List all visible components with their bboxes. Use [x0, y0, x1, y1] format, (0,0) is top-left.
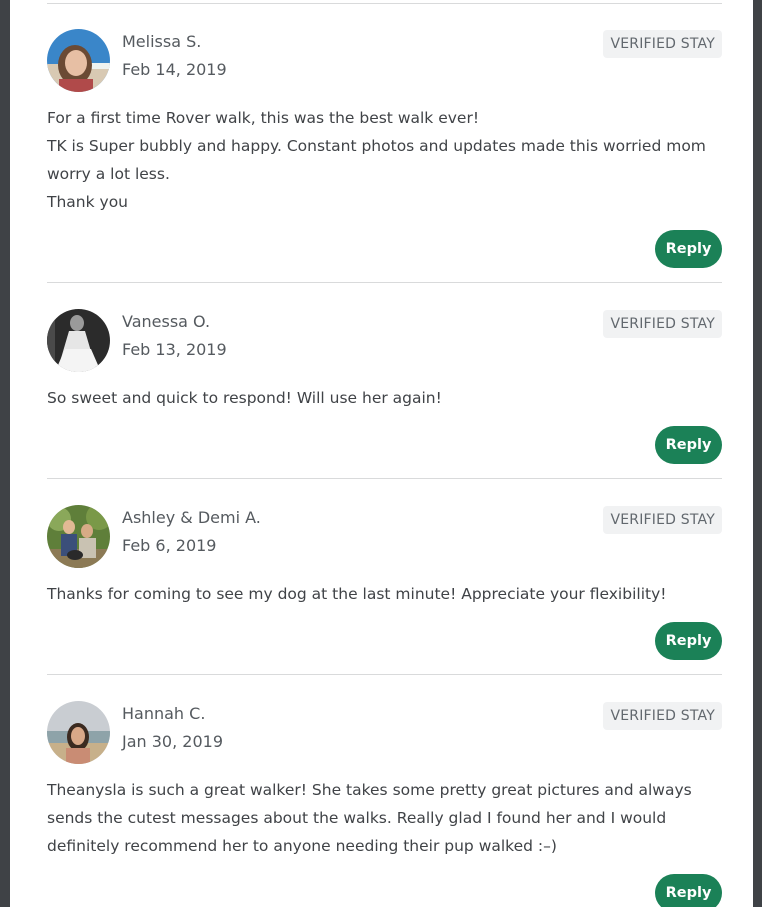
reviewer-name: Hannah C.	[122, 704, 206, 723]
reviewer-avatar[interactable]	[47, 29, 110, 92]
verified-stay-badge: VERIFIED STAY	[603, 30, 722, 58]
reply-button[interactable]: Reply	[655, 230, 722, 268]
reply-button[interactable]: Reply	[655, 622, 722, 660]
top-divider	[47, 3, 722, 4]
reply-button[interactable]: Reply	[655, 874, 722, 907]
review-text-line: definitely recommend her to anyone needi…	[47, 837, 557, 855]
review-text-line: Theanysla is such a great walker! She ta…	[47, 781, 692, 799]
review-item: Melissa S. Feb 14, 2019 VERIFIED STAY Fo…	[47, 29, 722, 283]
review-text-line: Thanks for coming to see my dog at the l…	[47, 585, 667, 603]
reviewer-name: Melissa S.	[122, 32, 202, 51]
review-date: Feb 6, 2019	[122, 536, 217, 555]
reply-button[interactable]: Reply	[655, 426, 722, 464]
review-item: Ashley & Demi A. Feb 6, 2019 VERIFIED ST…	[47, 505, 722, 675]
review-text: So sweet and quick to respond! Will use …	[47, 384, 722, 412]
review-text-line: Thank you	[47, 193, 128, 211]
window-left-edge	[0, 0, 10, 907]
reviewer-avatar[interactable]	[47, 309, 110, 372]
window-right-edge	[753, 0, 762, 907]
review-text-line: TK is Super bubbly and happy. Constant p…	[47, 137, 706, 155]
review-divider	[47, 282, 722, 283]
review-divider	[47, 478, 722, 479]
review-text-line: So sweet and quick to respond! Will use …	[47, 389, 442, 407]
verified-stay-badge: VERIFIED STAY	[603, 506, 722, 534]
review-item: Vanessa O. Feb 13, 2019 VERIFIED STAY So…	[47, 309, 722, 479]
review-text: Theanysla is such a great walker! She ta…	[47, 776, 722, 860]
review-text-line: For a first time Rover walk, this was th…	[47, 109, 480, 127]
review-date: Feb 13, 2019	[122, 340, 227, 359]
review-text: Thanks for coming to see my dog at the l…	[47, 580, 722, 608]
review-text-line: worry a lot less.	[47, 165, 170, 183]
reviews-panel: Melissa S. Feb 14, 2019 VERIFIED STAY Fo…	[10, 0, 753, 907]
verified-stay-badge: VERIFIED STAY	[603, 310, 722, 338]
review-date: Feb 14, 2019	[122, 60, 227, 79]
review-item: Hannah C. Jan 30, 2019 VERIFIED STAY The…	[47, 701, 722, 907]
verified-stay-badge: VERIFIED STAY	[603, 702, 722, 730]
reviewer-avatar[interactable]	[47, 505, 110, 568]
review-date: Jan 30, 2019	[122, 732, 223, 751]
review-text-line: sends the cutest messages about the walk…	[47, 809, 667, 827]
review-text: For a first time Rover walk, this was th…	[47, 104, 722, 216]
reviewer-name: Ashley & Demi A.	[122, 508, 261, 527]
reviewer-avatar[interactable]	[47, 701, 110, 764]
reviewer-name: Vanessa O.	[122, 312, 211, 331]
review-divider	[47, 674, 722, 675]
